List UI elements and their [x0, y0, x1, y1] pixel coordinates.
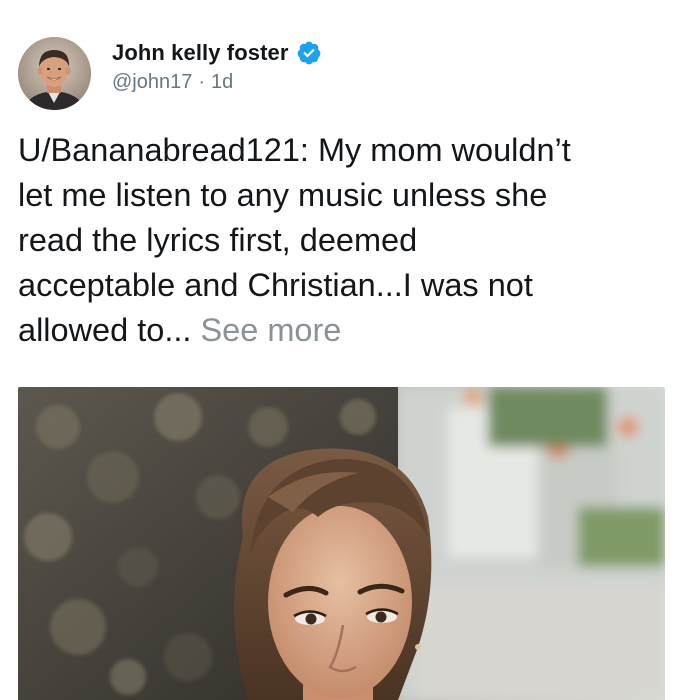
tweet-age[interactable]: 1d	[211, 71, 233, 94]
tweet-card[interactable]: John kelly foster @john17 · 1d U/Bananab…	[0, 0, 700, 700]
author-handle[interactable]: @john17	[112, 71, 192, 94]
tweet-body: U/Bananabread121: My mom wouldn’t let me…	[18, 128, 688, 353]
author-display-name[interactable]: John kelly foster	[112, 40, 289, 66]
tweet-meta: @john17 · 1d	[112, 71, 233, 94]
verified-badge-icon	[296, 40, 322, 66]
media-photo-icon	[18, 387, 665, 700]
author-name-row[interactable]: John kelly foster	[112, 38, 322, 68]
tweet-media[interactable]	[18, 387, 665, 700]
see-more-link[interactable]: See more	[200, 312, 341, 348]
meta-separator: ·	[198, 71, 206, 93]
avatar-photo-icon	[18, 37, 91, 110]
author-avatar[interactable]	[18, 37, 91, 110]
